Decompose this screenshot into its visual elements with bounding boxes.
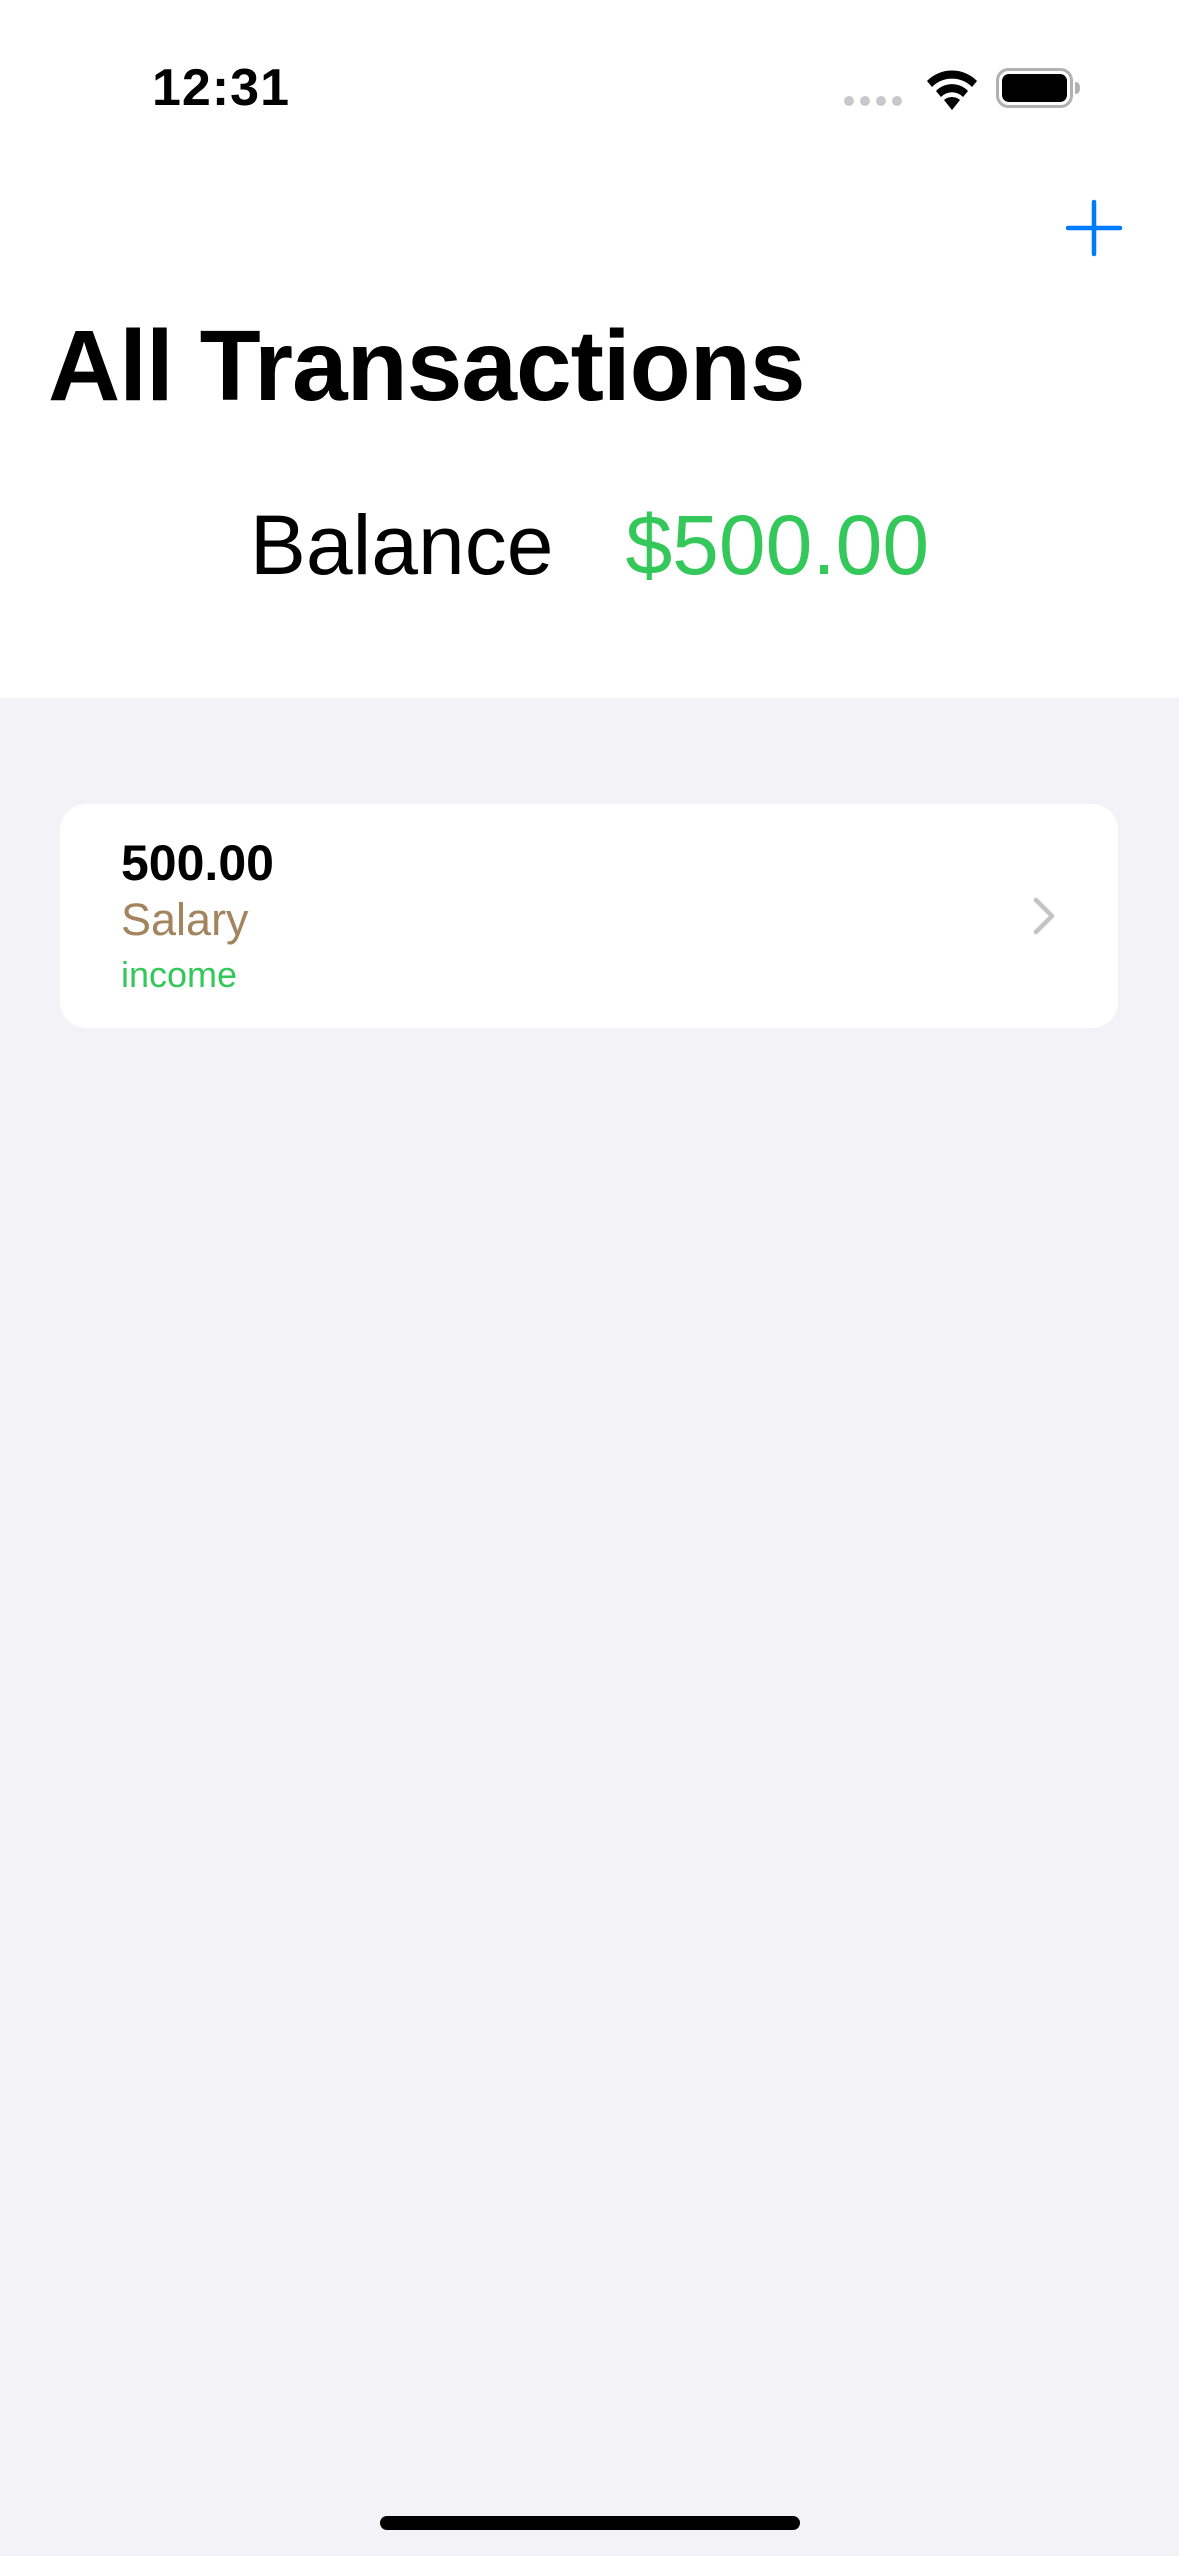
transaction-row[interactable]: 500.00 Salary income [60, 804, 1118, 1028]
transaction-amount: 500.00 [121, 835, 274, 891]
status-time: 12:31 [152, 59, 290, 117]
plus-icon [1065, 199, 1123, 257]
status-icons [840, 60, 1085, 116]
transaction-type: income [121, 954, 238, 995]
page-title: All Transactions [48, 310, 805, 422]
wifi-icon [927, 70, 977, 110]
transaction-name: Salary [121, 894, 249, 945]
home-indicator[interactable] [380, 2516, 800, 2530]
cellular-signal-icon [844, 96, 902, 106]
add-button[interactable] [1064, 198, 1124, 258]
balance-amount: $500.00 [625, 498, 930, 592]
header-area: 12:31 All Transactions Balance $500.00 [0, 0, 1179, 698]
balance-label: Balance [249, 498, 554, 592]
chevron-right-icon [1033, 897, 1055, 935]
balance-row: Balance $500.00 [0, 495, 1179, 595]
battery-icon [996, 68, 1080, 108]
